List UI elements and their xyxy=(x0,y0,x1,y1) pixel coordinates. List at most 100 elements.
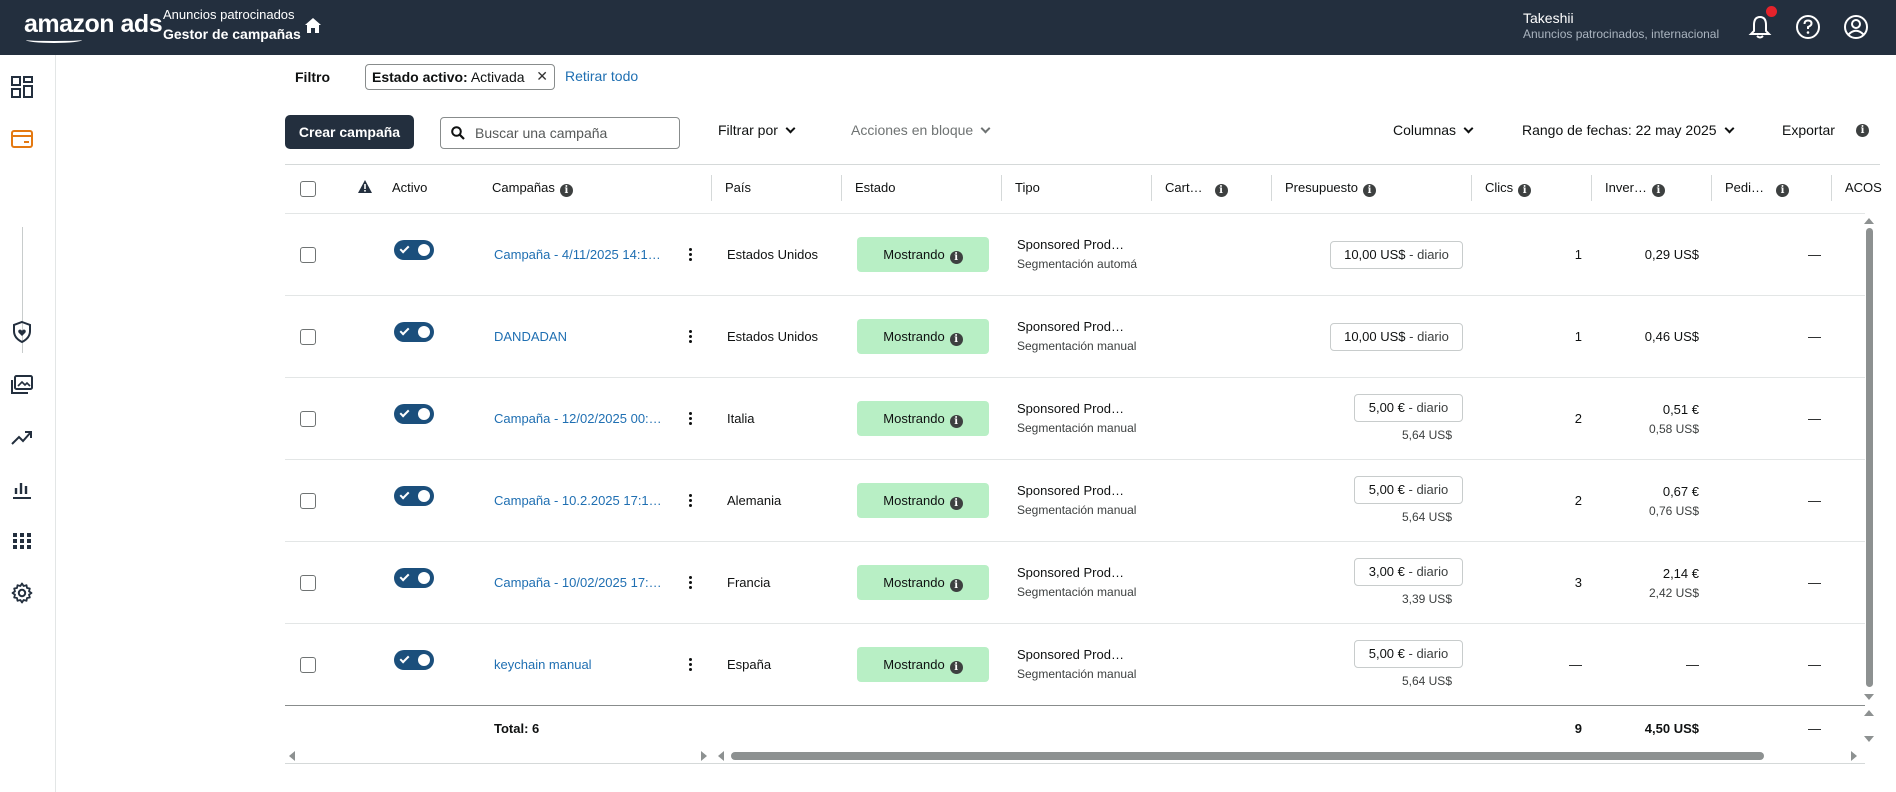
active-toggle[interactable] xyxy=(394,650,434,670)
scroll-left-arrow[interactable] xyxy=(716,750,726,762)
status-badge[interactable]: Mostrando i xyxy=(857,237,989,272)
header-country[interactable]: País xyxy=(725,180,751,195)
active-toggle[interactable] xyxy=(394,322,434,342)
search-input[interactable] xyxy=(475,123,670,143)
info-icon[interactable]: i xyxy=(1651,184,1665,197)
header-type[interactable]: Tipo xyxy=(1015,180,1040,195)
column-divider[interactable] xyxy=(1591,175,1592,201)
info-icon[interactable]: i xyxy=(949,497,963,510)
apps-grid-icon[interactable] xyxy=(10,529,34,553)
status-badge[interactable]: Mostrando i xyxy=(857,483,989,518)
help-icon[interactable] xyxy=(1794,13,1822,41)
column-divider[interactable] xyxy=(1151,175,1152,201)
row-checkbox[interactable] xyxy=(300,493,316,509)
header-clicks[interactable]: Clics i xyxy=(1485,180,1532,197)
trending-up-icon[interactable] xyxy=(10,425,34,449)
status-badge[interactable]: Mostrando i xyxy=(857,319,989,354)
select-all-checkbox[interactable] xyxy=(300,181,316,197)
create-campaign-button[interactable]: Crear campaña xyxy=(285,115,414,149)
header-orders[interactable]: Pedi… i xyxy=(1725,180,1790,197)
info-icon[interactable]: i xyxy=(949,333,963,346)
column-divider[interactable] xyxy=(1831,175,1832,201)
more-options-icon[interactable] xyxy=(689,658,693,672)
info-icon[interactable]: i xyxy=(949,579,963,592)
info-icon[interactable]: i xyxy=(1214,184,1228,197)
filter-by-dropdown[interactable]: Filtrar por xyxy=(718,122,796,138)
media-gallery-icon[interactable] xyxy=(10,373,34,397)
budget-input[interactable]: 5,00 € - diario xyxy=(1354,640,1463,668)
info-icon[interactable]: i xyxy=(1776,184,1790,197)
header-budget[interactable]: Presupuesto i xyxy=(1285,180,1376,197)
row-checkbox[interactable] xyxy=(300,329,316,345)
horizontal-scrollbar-thumb[interactable] xyxy=(731,752,1764,760)
more-options-icon[interactable] xyxy=(689,248,693,262)
info-icon[interactable]: i xyxy=(1363,184,1376,197)
campaign-search-box[interactable] xyxy=(440,117,680,149)
reports-chart-icon[interactable] xyxy=(10,477,34,501)
campaign-name-link[interactable]: Campaña - 10.2.2025 17:1… xyxy=(494,493,670,508)
row-checkbox[interactable] xyxy=(300,575,316,591)
amazon-ads-logo[interactable]: amazon ads xyxy=(24,10,163,39)
column-divider[interactable] xyxy=(711,175,712,201)
totals-scroll-down-arrow[interactable] xyxy=(1863,734,1875,744)
active-toggle[interactable] xyxy=(394,404,434,424)
dashboard-icon[interactable] xyxy=(10,75,34,99)
close-icon[interactable]: ✕ xyxy=(536,68,548,85)
scroll-up-arrow[interactable] xyxy=(1863,216,1875,226)
more-options-icon[interactable] xyxy=(689,330,693,344)
budget-input[interactable]: 10,00 US$ - diario xyxy=(1330,241,1463,269)
status-badge[interactable]: Mostrando i xyxy=(857,647,989,682)
campaign-name-link[interactable]: Campaña - 10/02/2025 17:… xyxy=(494,575,670,590)
column-divider[interactable] xyxy=(1711,175,1712,201)
frozen-scroll-right-arrow[interactable] xyxy=(699,750,709,762)
scroll-right-arrow[interactable] xyxy=(1849,750,1859,762)
brand-shield-icon[interactable] xyxy=(10,320,34,344)
columns-dropdown[interactable]: Columnas xyxy=(1393,122,1474,138)
budget-input[interactable]: 3,00 € - diario xyxy=(1354,558,1463,586)
header-portfolio[interactable]: Cart… i xyxy=(1165,180,1228,197)
header-status[interactable]: Estado xyxy=(855,180,895,195)
budget-input[interactable]: 10,00 US$ - diario xyxy=(1330,323,1463,351)
column-divider[interactable] xyxy=(1471,175,1472,201)
info-icon[interactable]: i xyxy=(949,251,963,264)
row-checkbox[interactable] xyxy=(300,411,316,427)
campaign-name-link[interactable]: DANDADAN xyxy=(494,329,670,344)
date-range-dropdown[interactable]: Rango de fechas: 22 may 2025 xyxy=(1522,122,1735,138)
info-icon[interactable]: i xyxy=(949,661,963,674)
user-profile-icon[interactable] xyxy=(1842,13,1870,41)
campaign-name-link[interactable]: Campaña - 12/02/2025 00:… xyxy=(494,411,670,426)
header-campaigns[interactable]: Campañas i xyxy=(492,180,573,197)
settings-gear-icon[interactable] xyxy=(10,581,34,605)
clear-all-filters-link[interactable]: Retirar todo xyxy=(565,68,638,84)
campaign-name-link[interactable]: keychain manual xyxy=(494,657,670,672)
info-icon[interactable]: i xyxy=(559,184,573,197)
totals-scroll-up-arrow[interactable] xyxy=(1863,708,1875,718)
export-button[interactable]: Exportar xyxy=(1782,122,1835,138)
frozen-scroll-left-arrow[interactable] xyxy=(287,750,297,762)
column-divider[interactable] xyxy=(1001,175,1002,201)
header-active[interactable]: Activo xyxy=(392,180,427,195)
campaign-name-link[interactable]: Campaña - 4/11/2025 14:1… xyxy=(494,247,670,262)
active-toggle[interactable] xyxy=(394,240,434,260)
active-state-filter-chip[interactable]: Estado activo: Activada ✕ xyxy=(365,64,555,90)
bulk-actions-dropdown[interactable]: Acciones en bloque xyxy=(851,122,991,138)
info-icon[interactable]: i xyxy=(1856,124,1869,137)
scroll-down-arrow[interactable] xyxy=(1863,692,1875,702)
header-acos[interactable]: ACOS xyxy=(1845,180,1882,195)
more-options-icon[interactable] xyxy=(689,412,693,426)
active-toggle[interactable] xyxy=(394,486,434,506)
column-divider[interactable] xyxy=(1271,175,1272,201)
home-icon[interactable] xyxy=(303,16,323,36)
info-icon[interactable]: i xyxy=(1518,184,1532,197)
campaigns-icon[interactable] xyxy=(10,127,34,151)
active-toggle[interactable] xyxy=(394,568,434,588)
bell-icon[interactable] xyxy=(1746,13,1774,41)
row-checkbox[interactable] xyxy=(300,247,316,263)
more-options-icon[interactable] xyxy=(689,494,693,508)
budget-input[interactable]: 5,00 € - diario xyxy=(1354,476,1463,504)
vertical-scrollbar-thumb[interactable] xyxy=(1866,228,1873,687)
budget-input[interactable]: 5,00 € - diario xyxy=(1354,394,1463,422)
status-badge[interactable]: Mostrando i xyxy=(857,565,989,600)
more-options-icon[interactable] xyxy=(689,576,693,590)
info-icon[interactable]: i xyxy=(949,415,963,428)
